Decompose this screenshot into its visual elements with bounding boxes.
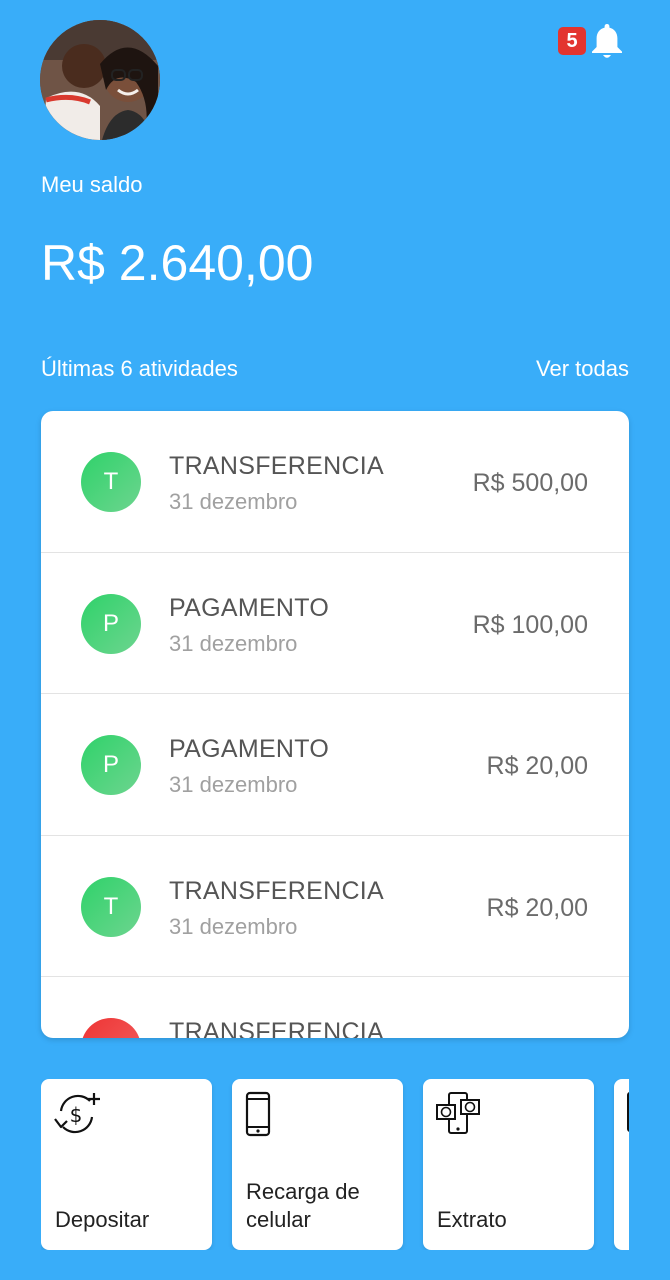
action-label: Depositar	[55, 1207, 150, 1232]
phone-recharge-button[interactable]: Recarga de celular	[232, 1079, 403, 1250]
activity-date: 31 dezembro	[169, 489, 298, 514]
notifications[interactable]: 5	[558, 22, 624, 60]
activity-amount: R$ 20,00	[486, 752, 588, 780]
deposit-icon: $	[53, 1091, 103, 1137]
activity-date: 31 dezembro	[169, 913, 298, 939]
activity-row[interactable]: TRANSFERENCIA	[41, 977, 629, 1038]
activity-title: TRANSFERENCIA	[169, 876, 385, 905]
activity-date: 31 dezembro	[169, 630, 298, 656]
balance-value: R$ 2.640,00	[41, 235, 314, 291]
statement-icon	[435, 1091, 481, 1137]
activity-title: PAGAMENTO	[169, 735, 330, 763]
home-screen: 5 Meu saldo R$ 2.640,00 Últimas 6 ativid…	[0, 0, 670, 1280]
notification-count-badge: 5	[558, 27, 586, 55]
bell-icon[interactable]	[590, 22, 624, 60]
phone-icon	[244, 1091, 274, 1139]
activity-row[interactable]: T TRANSFERENCIA 31 dezembro R$ 500,00	[41, 411, 629, 553]
activity-title: TRANSFERENCIA	[169, 1018, 385, 1038]
svg-text:$: $	[70, 1103, 83, 1127]
activity-initial: P	[81, 735, 141, 795]
user-photo-icon	[40, 20, 160, 140]
activity-amount: R$ 100,00	[472, 610, 588, 639]
profile-avatar[interactable]	[40, 20, 160, 140]
activity-row[interactable]: P PAGAMENTO 31 dezembro R$ 20,00	[41, 694, 629, 836]
activity-initial: T	[81, 452, 141, 512]
deposit-button[interactable]: $ Depositar	[41, 1079, 212, 1250]
see-all-link[interactable]: Ver todas	[536, 356, 629, 382]
activity-title: TRANSFERENCIA	[169, 452, 385, 480]
more-actions-button[interactable]	[614, 1079, 629, 1250]
action-label: Extrato	[437, 1207, 507, 1232]
document-icon	[626, 1091, 629, 1137]
activity-initial	[81, 1018, 141, 1038]
activity-amount: R$ 20,00	[486, 893, 588, 922]
activity-amount: R$ 500,00	[472, 469, 588, 497]
statement-button[interactable]: Extrato	[423, 1079, 594, 1250]
activity-initial: P	[81, 593, 141, 654]
activity-row[interactable]: T TRANSFERENCIA 31 dezembro R$ 20,00	[41, 836, 629, 977]
balance-label: Meu saldo	[41, 172, 143, 197]
activity-row[interactable]: P PAGAMENTO 31 dezembro R$ 100,00	[41, 553, 629, 694]
activity-initial: T	[81, 876, 141, 937]
activity-date: 31 dezembro	[169, 772, 298, 797]
activity-title: PAGAMENTO	[169, 593, 330, 622]
activities-title: Últimas 6 atividades	[41, 356, 238, 381]
action-label: Recarga de celular	[246, 1179, 360, 1232]
activity-list: T TRANSFERENCIA 31 dezembro R$ 500,00 P …	[41, 411, 629, 1038]
quick-actions: $ Depositar Recarga de celular Extrato	[41, 1079, 629, 1250]
